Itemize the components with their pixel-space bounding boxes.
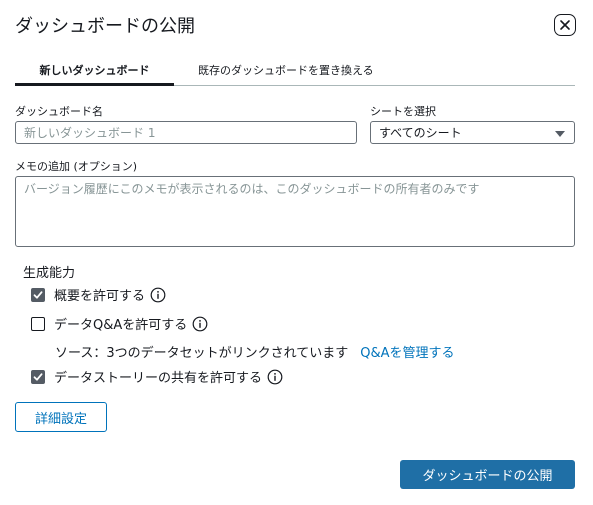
publish-dashboard-button[interactable]: ダッシュボードの公開 [400, 460, 575, 489]
manage-qa-link[interactable]: Q&Aを管理する [360, 342, 454, 361]
capability-qa-row: データQ&Aを許可する [31, 314, 208, 333]
sheet-select[interactable]: すべてのシート [370, 121, 575, 144]
tab-active-indicator [15, 83, 174, 86]
info-icon[interactable] [192, 316, 208, 332]
dashboard-name-label: ダッシュボード名 [15, 105, 103, 118]
qa-source-row: ソース：3つのデータセットがリンクされています Q&Aを管理する [55, 342, 455, 361]
memo-label: メモの追加 (オプション) [15, 160, 138, 173]
stories-checkbox-label: データストーリーの共有を許可する [54, 371, 263, 386]
sheet-select-value: すべてのシート [379, 126, 462, 140]
check-icon [33, 290, 43, 299]
dialog-title: ダッシュボードの公開 [15, 16, 195, 37]
info-icon[interactable] [150, 287, 166, 303]
qa-checkbox-label: データQ&Aを許可する [54, 318, 188, 333]
tab-new-dashboard[interactable]: 新しいダッシュボード [15, 62, 174, 78]
summary-checkbox[interactable] [31, 287, 45, 302]
capability-stories-row: データストーリーの共有を許可する [31, 367, 283, 386]
capability-summary-row: 概要を許可する [31, 285, 166, 304]
capabilities-heading: 生成能力 [23, 266, 76, 281]
close-button[interactable] [554, 14, 576, 36]
sheet-select-label: シートを選択 [370, 105, 436, 118]
tab-replace-existing[interactable]: 既存のダッシュボードを置き換える [198, 62, 374, 78]
advanced-settings-label: 詳細設定 [34, 411, 87, 427]
caret-down-icon [555, 131, 565, 137]
dashboard-name-input[interactable] [15, 121, 357, 144]
advanced-settings-button[interactable]: 詳細設定 [15, 402, 107, 432]
qa-checkbox[interactable] [31, 316, 45, 331]
check-icon [33, 372, 43, 381]
publish-dashboard-label: ダッシュボードの公開 [422, 469, 553, 484]
qa-source-text: ソース：3つのデータセットがリンクされています [55, 346, 349, 361]
close-icon [560, 20, 570, 30]
memo-textarea[interactable] [15, 176, 575, 247]
stories-checkbox[interactable] [31, 369, 45, 384]
summary-checkbox-label: 概要を許可する [54, 289, 146, 304]
info-icon[interactable] [267, 369, 283, 385]
